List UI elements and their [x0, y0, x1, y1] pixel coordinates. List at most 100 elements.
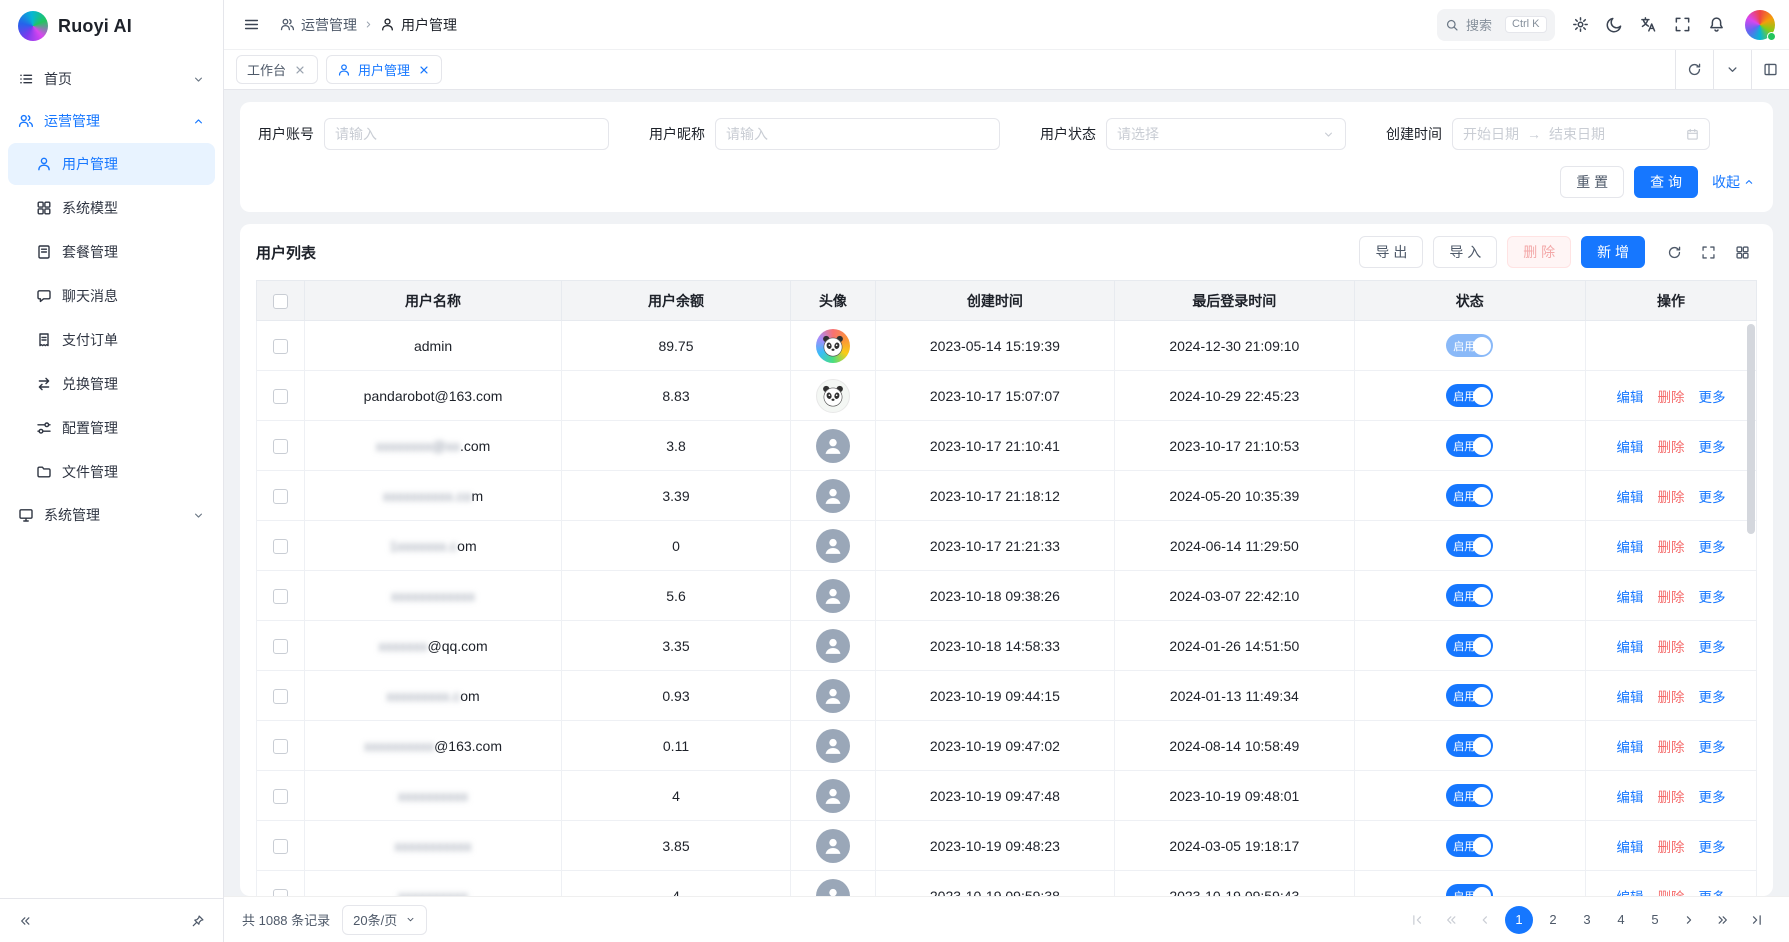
status-toggle[interactable]: 启用: [1446, 334, 1493, 357]
sidebar-item-operations[interactable]: 运营管理: [0, 100, 223, 142]
row-checkbox[interactable]: [273, 689, 288, 704]
date-range-picker[interactable]: 开始日期 → 结束日期: [1452, 118, 1710, 150]
status-toggle[interactable]: 启用: [1446, 884, 1493, 896]
delete-link[interactable]: 删除: [1657, 390, 1684, 405]
export-button[interactable]: 导 出: [1359, 236, 1423, 268]
more-link[interactable]: 更多: [1698, 640, 1725, 655]
edit-link[interactable]: 编辑: [1616, 690, 1643, 705]
sidebar-item-package-management[interactable]: 套餐管理: [8, 231, 215, 273]
sidebar-item-system-model[interactable]: 系统模型: [8, 187, 215, 229]
status-toggle[interactable]: 启用: [1446, 584, 1493, 607]
breadcrumb-item-user-management[interactable]: 用户管理: [380, 15, 457, 35]
search-input[interactable]: 搜索 Ctrl K: [1437, 9, 1555, 41]
app-logo[interactable]: Ruoyi AI: [0, 0, 223, 52]
sidebar-collapse-button[interactable]: [12, 908, 38, 934]
more-link[interactable]: 更多: [1698, 840, 1725, 855]
sidebar-item-payment-orders[interactable]: 支付订单: [8, 319, 215, 361]
table-scrollbar[interactable]: [1747, 324, 1755, 534]
sidebar-item-chat-messages[interactable]: 聊天消息: [8, 275, 215, 317]
edit-link[interactable]: 编辑: [1616, 890, 1643, 897]
row-checkbox[interactable]: [273, 389, 288, 404]
status-toggle[interactable]: 启用: [1446, 734, 1493, 757]
status-toggle[interactable]: 启用: [1446, 684, 1493, 707]
prev-page-button[interactable]: [1471, 906, 1499, 934]
pin-icon[interactable]: [185, 908, 211, 934]
edit-link[interactable]: 编辑: [1616, 440, 1643, 455]
status-toggle[interactable]: 启用: [1446, 634, 1493, 657]
edit-link[interactable]: 编辑: [1616, 840, 1643, 855]
page-button-2[interactable]: 2: [1539, 906, 1567, 934]
status-toggle[interactable]: 启用: [1446, 484, 1493, 507]
sidebar-item-system[interactable]: 系统管理: [0, 494, 223, 536]
column-settings-button[interactable]: [1727, 237, 1757, 267]
row-checkbox[interactable]: [273, 589, 288, 604]
close-icon[interactable]: [417, 63, 431, 77]
delete-link[interactable]: 删除: [1657, 640, 1684, 655]
layout-toggle-button[interactable]: [1751, 50, 1789, 89]
status-toggle[interactable]: 启用: [1446, 384, 1493, 407]
more-link[interactable]: 更多: [1698, 440, 1725, 455]
refresh-tab-button[interactable]: [1675, 50, 1713, 89]
edit-link[interactable]: 编辑: [1616, 540, 1643, 555]
edit-link[interactable]: 编辑: [1616, 640, 1643, 655]
delete-link[interactable]: 删除: [1657, 440, 1684, 455]
delete-link[interactable]: 删除: [1657, 490, 1684, 505]
fullscreen-button[interactable]: [1665, 8, 1699, 42]
select-all-checkbox[interactable]: [273, 294, 288, 309]
page-button-3[interactable]: 3: [1573, 906, 1601, 934]
row-checkbox[interactable]: [273, 489, 288, 504]
delete-link[interactable]: 删除: [1657, 540, 1684, 555]
row-checkbox[interactable]: [273, 539, 288, 554]
sidebar-item-file-management[interactable]: 文件管理: [8, 451, 215, 493]
account-input[interactable]: [324, 118, 609, 150]
sidebar-item-home[interactable]: 首页: [0, 58, 223, 100]
prev-pages-button[interactable]: [1437, 906, 1465, 934]
row-checkbox[interactable]: [273, 639, 288, 654]
edit-link[interactable]: 编辑: [1616, 390, 1643, 405]
more-link[interactable]: 更多: [1698, 740, 1725, 755]
edit-link[interactable]: 编辑: [1616, 490, 1643, 505]
delete-link[interactable]: 删除: [1657, 690, 1684, 705]
delete-link[interactable]: 删除: [1657, 890, 1684, 897]
row-checkbox[interactable]: [273, 789, 288, 804]
delete-link[interactable]: 删除: [1657, 590, 1684, 605]
breadcrumb-item-operations[interactable]: 运营管理: [280, 15, 357, 35]
edit-link[interactable]: 编辑: [1616, 590, 1643, 605]
next-pages-button[interactable]: [1709, 906, 1737, 934]
last-page-button[interactable]: [1743, 906, 1771, 934]
page-size-select[interactable]: 20条/页: [342, 905, 427, 935]
add-button[interactable]: 新 增: [1581, 236, 1645, 268]
next-page-button[interactable]: [1675, 906, 1703, 934]
edit-link[interactable]: 编辑: [1616, 740, 1643, 755]
more-link[interactable]: 更多: [1698, 890, 1725, 897]
status-toggle[interactable]: 启用: [1446, 784, 1493, 807]
more-link[interactable]: 更多: [1698, 540, 1725, 555]
delete-link[interactable]: 删除: [1657, 840, 1684, 855]
delete-link[interactable]: 删除: [1657, 790, 1684, 805]
row-checkbox[interactable]: [273, 439, 288, 454]
page-button-4[interactable]: 4: [1607, 906, 1635, 934]
row-checkbox[interactable]: [273, 889, 288, 896]
more-link[interactable]: 更多: [1698, 490, 1725, 505]
tab-user-management[interactable]: 用户管理: [326, 55, 442, 84]
sidebar-item-config-management[interactable]: 配置管理: [8, 407, 215, 449]
delete-button[interactable]: 删 除: [1507, 236, 1571, 268]
refresh-table-button[interactable]: [1659, 237, 1689, 267]
more-link[interactable]: 更多: [1698, 690, 1725, 705]
first-page-button[interactable]: [1403, 906, 1431, 934]
more-link[interactable]: 更多: [1698, 390, 1725, 405]
user-avatar[interactable]: [1745, 10, 1775, 40]
close-icon[interactable]: [293, 63, 307, 77]
delete-link[interactable]: 删除: [1657, 740, 1684, 755]
row-checkbox[interactable]: [273, 739, 288, 754]
row-checkbox[interactable]: [273, 839, 288, 854]
nickname-input[interactable]: [715, 118, 1000, 150]
tabs-dropdown-button[interactable]: [1713, 50, 1751, 89]
status-select[interactable]: 请选择: [1106, 118, 1346, 150]
sidebar-item-exchange-management[interactable]: 兑换管理: [8, 363, 215, 405]
tab-workbench[interactable]: 工作台: [236, 55, 318, 84]
page-button-1[interactable]: 1: [1505, 906, 1533, 934]
query-button[interactable]: 查 询: [1634, 166, 1698, 198]
notifications-button[interactable]: [1699, 8, 1733, 42]
row-checkbox[interactable]: [273, 339, 288, 354]
